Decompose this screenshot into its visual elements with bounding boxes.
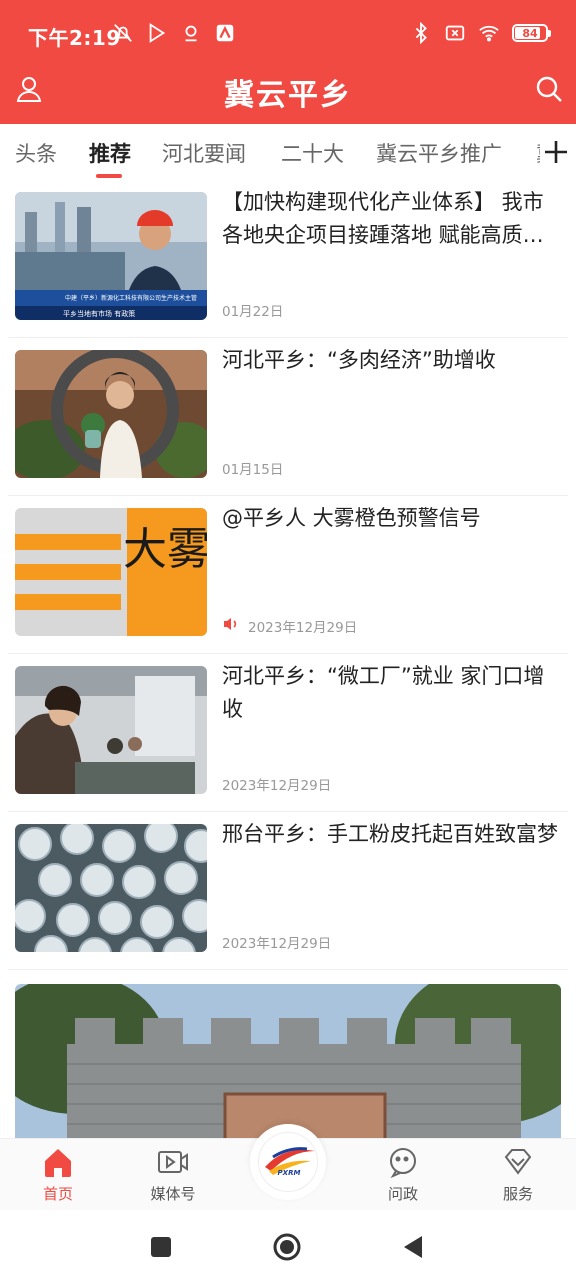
back-icon[interactable]: [398, 1232, 428, 1262]
status-left-icons: [112, 22, 236, 44]
recents-icon[interactable]: [146, 1232, 176, 1262]
active-tab-indicator: [96, 174, 122, 178]
status-bar: 下午2:19 84: [0, 0, 576, 66]
news-item[interactable]: 大雾 @平乡人 大雾橙色预警信号 2023年12月29日: [8, 496, 568, 654]
location-icon: [185, 25, 197, 42]
news-item[interactable]: 河北平乡：“多肉经济”助增收 01月15日: [8, 338, 568, 496]
nav-label: 首页: [42, 1185, 73, 1203]
news-title[interactable]: 河北平乡：“微工厂”就业 家门口增收: [222, 660, 562, 726]
nav-service[interactable]: 服务: [478, 1145, 558, 1204]
feature-image[interactable]: [15, 984, 561, 1144]
nav-label: 问政: [387, 1185, 418, 1203]
news-feed: 中建（平乡）新源化工科技有限公司生产技术主管 平乡当地有市场 有政策 【加快构建…: [0, 180, 576, 970]
plus-icon[interactable]: [540, 136, 572, 168]
news-date: 2023年12月29日: [222, 936, 332, 952]
logo-text: PXRM: [277, 1169, 301, 1177]
tab-headline[interactable]: 头条: [15, 138, 57, 168]
no-sim-icon: [445, 25, 465, 41]
news-item[interactable]: 中建（平乡）新源化工科技有限公司生产技术主管 平乡当地有市场 有政策 【加快构建…: [8, 180, 568, 338]
svg-text:中建（平乡）新源化工科技有限公司生产技术主管: 中建（平乡）新源化工科技有限公司生产技术主管: [65, 294, 197, 302]
tab-twentieth-congress[interactable]: 二十大: [281, 138, 344, 168]
nav-label: 服务: [502, 1185, 533, 1203]
status-time: 下午2:19: [28, 26, 121, 50]
service-icon: [504, 1149, 532, 1175]
fog-warning-text: 大雾: [123, 524, 207, 575]
nav-home[interactable]: 首页: [18, 1145, 98, 1204]
center-logo-button[interactable]: PXRM: [250, 1124, 326, 1200]
news-title[interactable]: @平乡人 大雾橙色预警信号: [222, 502, 562, 535]
svg-text:平乡当地有市场 有政策: 平乡当地有市场 有政策: [63, 309, 135, 318]
play-store-icon: [149, 23, 166, 43]
search-icon[interactable]: [534, 74, 564, 104]
news-thumbnail: 大雾: [15, 508, 207, 636]
chat-icon: [390, 1148, 416, 1179]
news-date: 01月15日: [222, 462, 284, 478]
news-item[interactable]: 邢台平乡：手工粉皮托起百姓致富梦 2023年12月29日: [8, 812, 568, 970]
nav-inquiry[interactable]: 问政: [363, 1145, 443, 1204]
nav-label: 媒体号: [150, 1185, 196, 1203]
system-navigation: [0, 1210, 576, 1280]
news-thumbnail: [15, 824, 207, 952]
tab-jiyun-promo[interactable]: 冀云平乡推广: [376, 138, 502, 168]
news-title[interactable]: 邢台平乡：手工粉皮托起百姓致富梦: [222, 818, 562, 851]
news-thumbnail: [15, 350, 207, 478]
mute-icon: [114, 24, 132, 42]
pxrm-logo: PXRM: [258, 1132, 318, 1192]
news-date: 2023年12月29日: [222, 778, 332, 794]
news-title[interactable]: 【加快构建现代化产业体系】 我市各地央企项目接踵落地 赋能高质…: [222, 186, 562, 252]
news-title[interactable]: 河北平乡：“多肉经济”助增收: [222, 344, 562, 377]
battery-level: 84: [522, 26, 538, 40]
tab-fade: [496, 124, 536, 180]
news-thumbnail: 中建（平乡）新源化工科技有限公司生产技术主管 平乡当地有市场 有政策: [15, 192, 207, 320]
audio-icon[interactable]: [222, 615, 240, 633]
nav-media[interactable]: 媒体号: [133, 1145, 213, 1204]
channel-tabs: 头条 推荐 河北要闻 二十大 冀云平乡推广 冀: [0, 124, 576, 180]
tab-recommend[interactable]: 推荐: [89, 138, 131, 168]
home-icon: [45, 1149, 71, 1177]
news-thumbnail: [15, 666, 207, 794]
tab-hebei-news[interactable]: 河北要闻: [162, 138, 246, 168]
app-notification-icon: [216, 24, 234, 42]
app-title: 冀云平乡: [224, 78, 352, 113]
news-date: 2023年12月29日: [248, 620, 358, 636]
video-icon: [158, 1151, 188, 1173]
status-right-icons: 84: [410, 22, 551, 44]
home-circle-icon[interactable]: [272, 1232, 302, 1262]
battery-icon: 84: [512, 24, 551, 42]
bluetooth-icon: [415, 22, 427, 44]
news-item[interactable]: 河北平乡：“微工厂”就业 家门口增收 2023年12月29日: [8, 654, 568, 812]
wifi-icon: [479, 25, 499, 42]
app-header: 冀云平乡: [0, 66, 576, 124]
news-date: 01月22日: [222, 304, 284, 320]
status-dot: [228, 28, 232, 32]
